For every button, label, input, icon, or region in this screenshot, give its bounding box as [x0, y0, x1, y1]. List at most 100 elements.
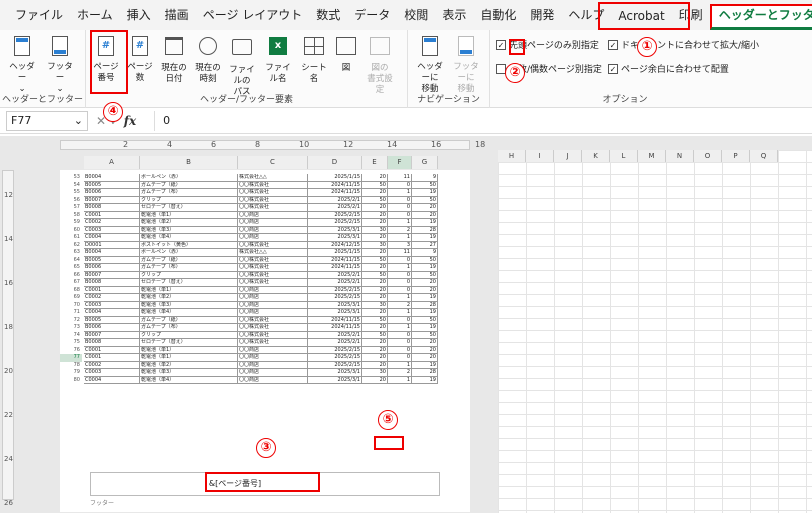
table-cell[interactable]: 〇〇株式会社: [238, 331, 308, 338]
table-cell[interactable]: C0002: [84, 219, 140, 226]
table-cell[interactable]: 2024/11/15: [308, 316, 362, 323]
table-cell[interactable]: 30: [362, 241, 388, 248]
table-cell[interactable]: 2025/3/1: [308, 226, 362, 233]
sheet-name-button[interactable]: シート名: [298, 34, 330, 85]
menu-item[interactable]: データ: [347, 6, 397, 30]
table-cell[interactable]: 50: [362, 331, 388, 338]
table-cell[interactable]: 1: [388, 189, 412, 196]
table-cell[interactable]: 20: [362, 174, 388, 181]
menu-item[interactable]: ヘッダーとフッター: [709, 4, 812, 30]
table-cell[interactable]: B0005: [84, 256, 140, 263]
table-cell[interactable]: 乾電池（単1）: [140, 354, 238, 361]
file-path-button[interactable]: ファイルの パス: [226, 34, 258, 98]
table-cell[interactable]: 〇〇商店: [238, 286, 308, 293]
table-cell[interactable]: 20: [412, 286, 438, 293]
table-cell[interactable]: 30: [362, 226, 388, 233]
align-margins-checkbox[interactable]: ✓ ページ余白に合わせて配置: [608, 62, 729, 75]
row-number[interactable]: 78: [60, 362, 82, 370]
column-header[interactable]: G: [412, 156, 438, 169]
menu-item[interactable]: 自動化: [473, 6, 523, 30]
row-number[interactable]: 66: [60, 272, 82, 280]
table-cell[interactable]: 〇〇株式会社: [238, 241, 308, 248]
column-header[interactable]: L: [610, 150, 638, 162]
table-cell[interactable]: 2025/3/1: [308, 234, 362, 241]
table-cell[interactable]: 20: [362, 204, 388, 211]
table-cell[interactable]: 50: [362, 316, 388, 323]
menu-item[interactable]: 挿入: [120, 6, 158, 30]
insert-function-icon[interactable]: fx: [124, 114, 136, 128]
table-cell[interactable]: 2: [388, 369, 412, 376]
footer-button[interactable]: フッター ⌄: [44, 34, 76, 95]
table-cell[interactable]: B0005: [84, 316, 140, 323]
menu-item[interactable]: 校閲: [397, 6, 435, 30]
table-cell[interactable]: 2025/2/1: [308, 271, 362, 278]
table-cell[interactable]: C0004: [84, 234, 140, 241]
table-cell[interactable]: C0004: [84, 309, 140, 316]
table-cell[interactable]: 〇〇商店: [238, 309, 308, 316]
table-cell[interactable]: 〇〇株式会社: [238, 324, 308, 331]
table-cell[interactable]: 乾電池（単1）: [140, 346, 238, 353]
table-cell[interactable]: C0003: [84, 226, 140, 233]
column-header[interactable]: C: [238, 156, 308, 169]
table-cell[interactable]: セロテープ（替え）: [140, 204, 238, 211]
table-cell[interactable]: 20: [362, 234, 388, 241]
row-number[interactable]: 58: [60, 212, 82, 220]
table-cell[interactable]: 2025/2/1: [308, 339, 362, 346]
table-cell[interactable]: 19: [412, 294, 438, 301]
header-button[interactable]: ヘッダー ⌄: [6, 34, 38, 95]
page-count-button[interactable]: # ページ数: [124, 34, 156, 84]
table-cell[interactable]: 2024/12/15: [308, 241, 362, 248]
table-cell[interactable]: 50: [412, 271, 438, 278]
sheet-grid[interactable]: HIJKLMNOPQ: [498, 150, 812, 513]
table-cell[interactable]: 〇〇株式会社: [238, 196, 308, 203]
footer-field[interactable]: &[ページ番号]: [180, 476, 290, 492]
table-cell[interactable]: 20: [362, 346, 388, 353]
menu-item[interactable]: ページ レイアウト: [196, 6, 310, 30]
row-number[interactable]: 59: [60, 219, 82, 227]
table-cell[interactable]: 2024/11/15: [308, 181, 362, 188]
table-cell[interactable]: B0007: [84, 196, 140, 203]
column-header[interactable]: D: [308, 156, 362, 169]
table-cell[interactable]: 2025/2/15: [308, 286, 362, 293]
table-cell[interactable]: 〇〇商店: [238, 361, 308, 368]
column-header[interactable]: K: [582, 150, 610, 162]
table-cell[interactable]: 0: [388, 204, 412, 211]
table-cell[interactable]: 2025/2/15: [308, 211, 362, 218]
table-cell[interactable]: 3: [388, 241, 412, 248]
table-cell[interactable]: 1: [388, 324, 412, 331]
table-cell[interactable]: 20: [412, 211, 438, 218]
row-number[interactable]: 65: [60, 264, 82, 272]
table-cell[interactable]: 11: [388, 174, 412, 181]
table-cell[interactable]: 20: [362, 219, 388, 226]
table-cell[interactable]: 0: [388, 286, 412, 293]
row-number[interactable]: 73: [60, 324, 82, 332]
table-cell[interactable]: 28: [412, 369, 438, 376]
table-cell[interactable]: 〇〇商店: [238, 301, 308, 308]
table-cell[interactable]: 50: [362, 196, 388, 203]
table-cell[interactable]: 〇〇商店: [238, 369, 308, 376]
table-cell[interactable]: C0004: [84, 376, 140, 383]
row-number[interactable]: 70: [60, 302, 82, 310]
table-cell[interactable]: 19: [412, 264, 438, 271]
row-number[interactable]: 60: [60, 227, 82, 235]
table-cell[interactable]: 2025/3/1: [308, 369, 362, 376]
table-cell[interactable]: 2025/2/15: [308, 219, 362, 226]
table-cell[interactable]: 乾電池（単1）: [140, 286, 238, 293]
name-box[interactable]: F77 ⌄: [6, 110, 88, 131]
table-cell[interactable]: 50: [362, 181, 388, 188]
table-cell[interactable]: 乾電池（単2）: [140, 361, 238, 368]
column-header[interactable]: E: [362, 156, 388, 169]
table-cell[interactable]: B0004: [84, 174, 140, 181]
table-cell[interactable]: 〇〇商店: [238, 211, 308, 218]
table-cell[interactable]: 20: [362, 376, 388, 383]
table-cell[interactable]: 20: [412, 279, 438, 286]
table-cell[interactable]: 2025/3/1: [308, 376, 362, 383]
file-name-button[interactable]: x ファイル名: [262, 34, 294, 85]
current-time-button[interactable]: 現在の 時刻: [192, 34, 224, 85]
picture-button[interactable]: 図: [330, 34, 362, 74]
column-header[interactable]: B: [140, 156, 238, 169]
table-cell[interactable]: セロテープ（替え）: [140, 339, 238, 346]
row-number[interactable]: 80: [60, 377, 82, 385]
row-number[interactable]: 72: [60, 317, 82, 325]
table-cell[interactable]: 〇〇株式会社: [238, 339, 308, 346]
